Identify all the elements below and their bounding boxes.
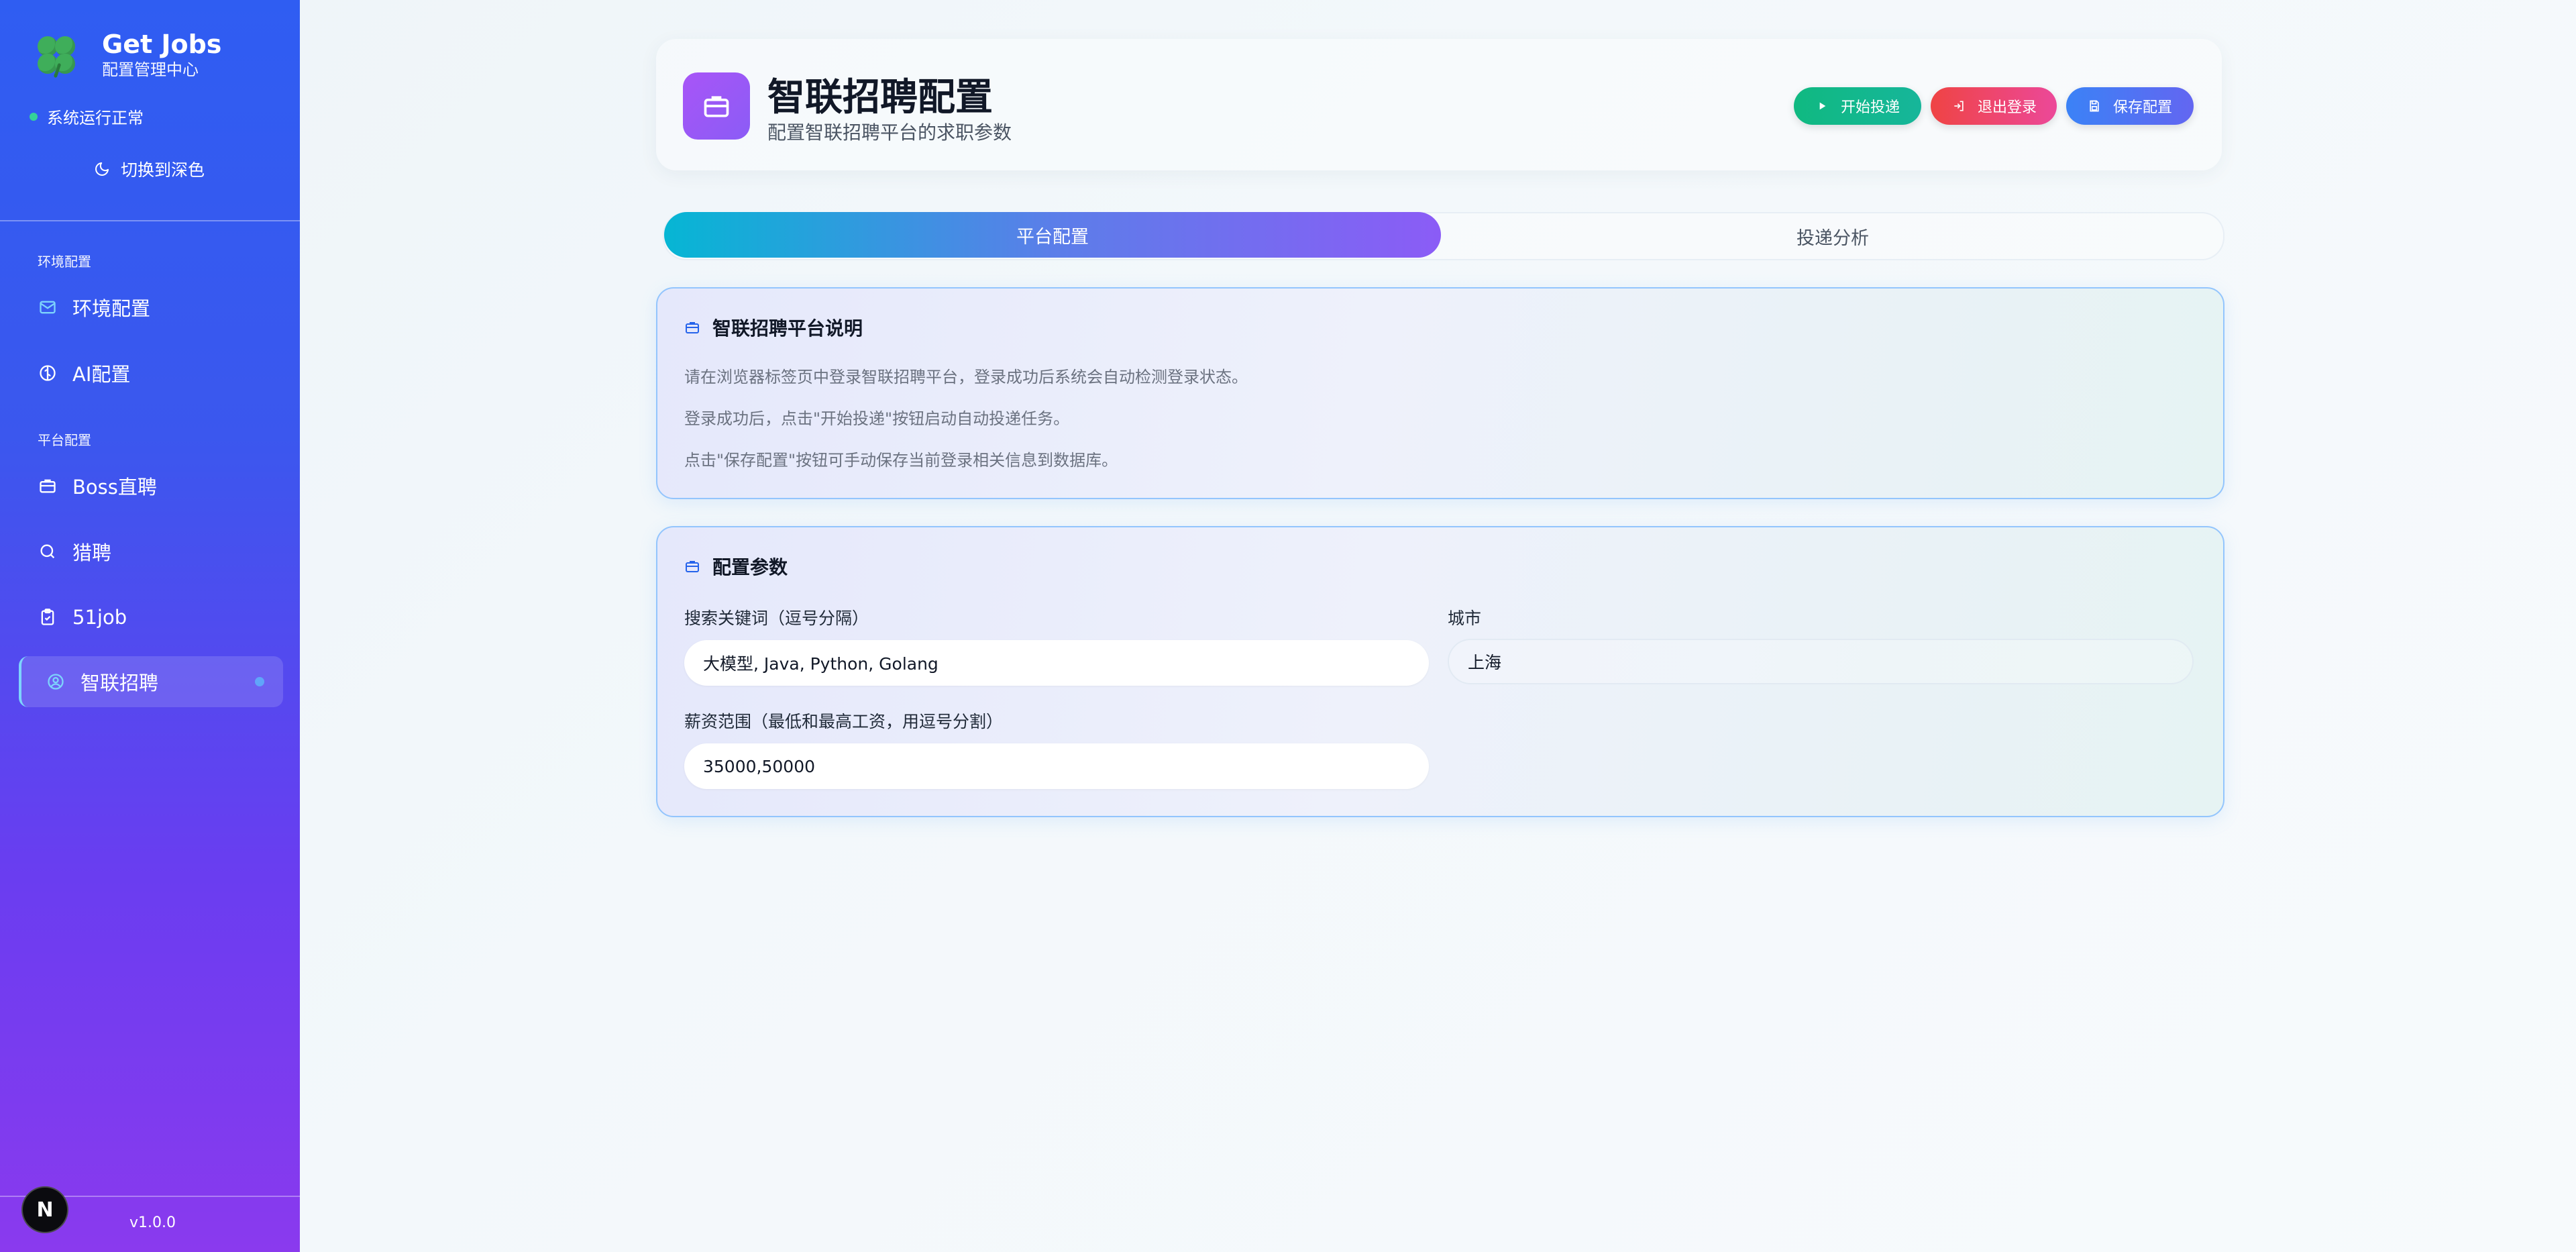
info-line: 请在浏览器标签页中登录智联招聘平台，登录成功后系统会自动检测登录状态。 (684, 368, 1248, 386)
city-label: 城市 (1448, 609, 1482, 628)
sidebar-item-label: 猎聘 (72, 541, 112, 564)
card-title-text: 配置参数 (712, 556, 788, 578)
page-header: 智联招聘配置 配置智联招聘平台的求职参数 开始投递 退出登录 保存配置 (656, 39, 2222, 170)
salary-input[interactable]: 35000,50000 (684, 743, 1429, 789)
system-status: 系统运行正常 (30, 105, 144, 128)
save-icon (2088, 99, 2101, 113)
brain-icon (38, 363, 58, 383)
tab-delivery-analysis[interactable]: 投递分析 (1442, 213, 2223, 259)
briefcase-icon (684, 319, 700, 335)
sidebar-item-liepin[interactable]: 猎聘 (19, 526, 280, 577)
version-label: v1.0.0 (129, 1214, 176, 1231)
city-input[interactable]: 上海 (1448, 639, 2194, 684)
page-subtitle: 配置智联招聘平台的求职参数 (767, 121, 1012, 144)
page-title: 智联招聘配置 (767, 76, 993, 119)
keywords-label: 搜索关键词（逗号分隔） (684, 609, 869, 628)
save-config-button[interactable]: 保存配置 (2066, 87, 2194, 125)
app-subtitle: 配置管理中心 (102, 60, 199, 79)
clipboard-icon (38, 607, 58, 627)
search-icon (38, 541, 58, 562)
user-circle-icon (46, 672, 66, 692)
info-line: 点击"保存配置"按钮可手动保存当前登录相关信息到数据库。 (684, 451, 1118, 470)
tab-bar: 平台配置 投递分析 (663, 212, 2224, 260)
briefcase-icon (683, 72, 750, 140)
save-config-label: 保存配置 (2113, 99, 2173, 116)
logout-button[interactable]: 退出登录 (1931, 87, 2057, 125)
sidebar-group-label: 环境配置 (38, 254, 91, 270)
info-line: 登录成功后，点击"开始投递"按钮启动自动投递任务。 (684, 409, 1070, 428)
briefcase-icon (38, 476, 58, 496)
sidebar-item-zhilian[interactable]: 智联招聘 (19, 656, 283, 707)
sidebar-item-env-config[interactable]: 环境配置 (19, 282, 280, 333)
sidebar-item-boss[interactable]: Boss直聘 (19, 460, 280, 511)
sidebar-item-51job[interactable]: 51job (19, 592, 280, 643)
moon-icon (95, 162, 109, 176)
play-icon (1815, 99, 1829, 113)
sidebar-divider (0, 220, 300, 221)
theme-toggle-button[interactable]: 切换到深色 (94, 157, 205, 181)
start-delivery-label: 开始投递 (1841, 99, 1900, 116)
sidebar-item-label: AI配置 (72, 363, 131, 386)
app-title: Get Jobs (102, 30, 222, 59)
tab-platform-config[interactable]: 平台配置 (664, 212, 1441, 258)
clover-logo-icon (35, 34, 78, 79)
start-delivery-button[interactable]: 开始投递 (1794, 87, 1921, 125)
card-title-text: 智联招聘平台说明 (712, 317, 863, 340)
sidebar-item-label: 51job (72, 606, 127, 629)
salary-label: 薪资范围（最低和最高工资，用逗号分割） (684, 712, 1004, 731)
theme-toggle-label: 切换到深色 (121, 160, 205, 180)
card-title: 智联招聘平台说明 (684, 314, 863, 341)
sidebar-group-label: 平台配置 (38, 432, 91, 448)
platform-info-card: 智联招聘平台说明 请在浏览器标签页中登录智联招聘平台，登录成功后系统会自动检测登… (656, 287, 2224, 499)
sidebar-item-label: 环境配置 (72, 297, 151, 320)
logout-label: 退出登录 (1978, 99, 2037, 116)
mail-icon (38, 297, 58, 317)
active-indicator-dot (255, 677, 264, 686)
logout-icon (1952, 99, 1966, 113)
sidebar-item-ai-config[interactable]: AI配置 (19, 348, 280, 399)
status-text: 系统运行正常 (47, 109, 144, 127)
card-title: 配置参数 (684, 553, 788, 580)
sidebar-item-label: 智联招聘 (80, 672, 159, 694)
keywords-input[interactable]: 大模型, Java, Python, Golang (684, 640, 1429, 686)
brand: Get Jobs 配置管理中心 (35, 30, 221, 81)
config-params-card: 配置参数 搜索关键词（逗号分隔） 大模型, Java, Python, Gola… (656, 526, 2224, 817)
status-dot-icon (30, 112, 38, 121)
briefcase-icon (684, 558, 700, 574)
sidebar-item-label: Boss直聘 (72, 476, 157, 499)
sidebar: Get Jobs 配置管理中心 系统运行正常 切换到深色 环境配置 环境配置 A… (0, 0, 300, 1252)
n-logo-badge[interactable]: N (21, 1186, 68, 1233)
